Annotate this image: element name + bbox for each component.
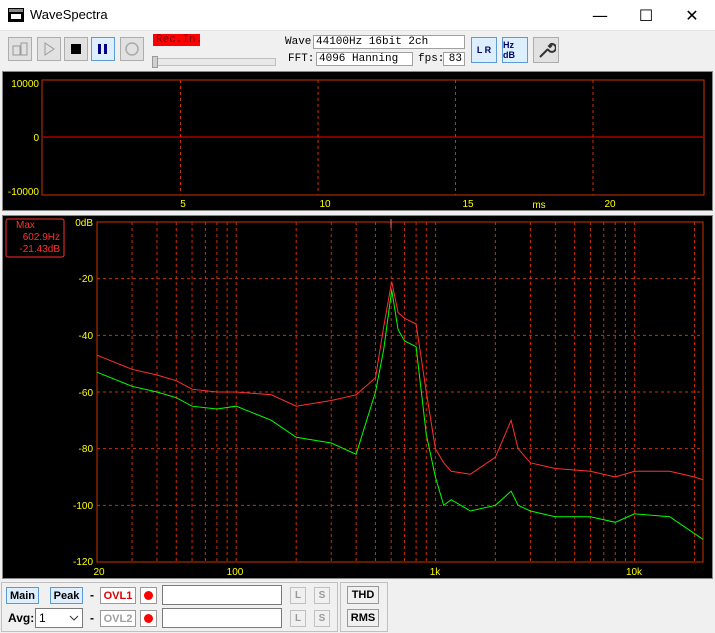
avg-select-value: 1: [39, 611, 46, 625]
record-button[interactable]: [120, 37, 144, 61]
spec-x-tick: 20: [93, 567, 105, 578]
wave-x-tick: 15: [462, 199, 474, 210]
input-level-slider-track[interactable]: [153, 58, 276, 66]
peak-level: -21.43dB: [19, 244, 60, 255]
spec-y-tick: -40: [79, 331, 94, 342]
spec-x-tick: 100: [227, 567, 244, 578]
play-icon: [44, 42, 55, 56]
wave-x-tick: 10: [319, 199, 331, 210]
separator-dash: -: [90, 588, 94, 602]
spectrum-display: Max 602.9Hz -21.43dB 0dB -20 -40 -60 -80…: [2, 215, 713, 579]
overlay2-save-button[interactable]: S: [314, 610, 330, 627]
wave-y-tick: -10000: [8, 187, 40, 198]
app-icon: [8, 8, 24, 22]
input-level-slider-thumb[interactable]: [152, 56, 158, 68]
overlay1-save-button[interactable]: S: [314, 587, 330, 604]
wave-x-tick: 5: [180, 199, 186, 210]
stop-icon: [71, 44, 81, 54]
peak-label: Max: [16, 220, 35, 231]
spec-x-tick: 10k: [626, 567, 643, 578]
lr-channel-button[interactable]: L R: [471, 37, 497, 63]
waveform-chart: 10000 0 -10000 5 10 15 20 ms: [8, 79, 705, 211]
wave-y-tick: 0: [33, 133, 39, 144]
separator-dash: -: [90, 611, 94, 625]
waveform-display: 10000 0 -10000 5 10 15 20 ms: [2, 71, 713, 211]
wave-format-field: 44100Hz 16bit 2ch: [313, 35, 465, 49]
peak-frequency: 602.9Hz: [23, 232, 60, 243]
overlay2-button[interactable]: OVL2: [100, 610, 136, 627]
overlay2-name-field[interactable]: [162, 608, 282, 628]
maximize-button[interactable]: ☐: [623, 0, 669, 31]
overlay1-record-button[interactable]: [140, 587, 157, 604]
overlay1-button[interactable]: OVL1: [100, 587, 136, 604]
overlay2-record-button[interactable]: [140, 610, 157, 627]
record-dot-icon: [144, 591, 153, 600]
rec-input-indicator: Rec.In.: [153, 34, 202, 46]
record-icon: [125, 42, 139, 56]
spec-y-tick: 0dB: [75, 218, 93, 229]
spectrum-chart: Max 602.9Hz -21.43dB 0dB -20 -40 -60 -80…: [5, 218, 704, 578]
peak-hold-button[interactable]: Peak: [50, 587, 83, 604]
fps-label: fps:: [418, 53, 445, 65]
spec-y-tick: -80: [79, 444, 94, 455]
avg-select[interactable]: 1: [35, 608, 83, 628]
chevron-down-icon: [69, 615, 79, 621]
input-device-button[interactable]: [8, 37, 32, 61]
overlay2-load-button[interactable]: L: [290, 610, 306, 627]
title-bar: WaveSpectra — ☐ ✕: [0, 0, 715, 31]
spec-y-tick: -100: [73, 501, 93, 512]
pause-button[interactable]: [91, 37, 115, 61]
minimize-button[interactable]: —: [577, 0, 623, 31]
overlay1-load-button[interactable]: L: [290, 587, 306, 604]
overlay1-name-field[interactable]: [162, 585, 282, 605]
wrench-icon: [539, 42, 556, 58]
spectrum-left-channel-line: [96, 281, 704, 481]
window-title: WaveSpectra: [30, 7, 108, 22]
rms-button[interactable]: RMS: [347, 609, 379, 627]
thd-button[interactable]: THD: [347, 586, 379, 604]
settings-button[interactable]: [533, 37, 559, 63]
spectrum-right-channel-line: [96, 289, 704, 540]
spec-y-tick: -60: [79, 388, 94, 399]
wave-x-unit: ms: [532, 200, 545, 210]
spec-x-tick: 1k: [430, 567, 442, 578]
wave-y-tick: 10000: [11, 79, 39, 90]
avg-label: Avg:: [8, 611, 35, 625]
fft-label: FFT:: [288, 53, 315, 65]
pause-icon: [98, 44, 107, 54]
wave-x-tick: 20: [604, 199, 616, 210]
device-icon: [12, 42, 28, 56]
stop-button[interactable]: [64, 37, 88, 61]
peak-readout: Max 602.9Hz -21.43dB: [5, 218, 65, 258]
spec-y-tick: -120: [73, 557, 93, 568]
close-button[interactable]: ✕: [669, 0, 715, 31]
bottom-panel: Main Peak - OVL1 L S Avg: 1 - OVL2 L S T…: [0, 580, 715, 633]
record-dot-icon: [144, 614, 153, 623]
fft-setting-field[interactable]: 4096 Hanning: [316, 52, 413, 66]
main-button[interactable]: Main: [6, 587, 39, 604]
play-button[interactable]: [37, 37, 61, 61]
spec-y-tick: -20: [79, 274, 94, 285]
fps-field: 83: [443, 52, 465, 66]
hz-db-scale-button[interactable]: Hz dB: [502, 37, 528, 63]
